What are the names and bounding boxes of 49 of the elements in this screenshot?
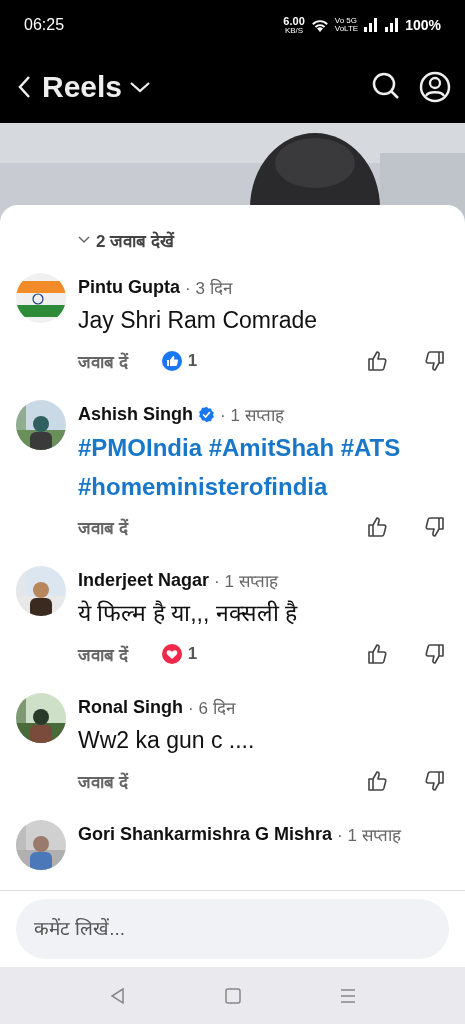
- reply-button[interactable]: जवाब दें: [78, 642, 128, 666]
- thumbs-down-icon[interactable]: [423, 643, 445, 665]
- signal-icon: [363, 18, 380, 32]
- reply-button[interactable]: जवाब दें: [78, 769, 128, 793]
- back-nav-icon[interactable]: [108, 986, 127, 1005]
- reaction-count: 1: [187, 351, 198, 371]
- comment-time: · 1 सप्ताह: [214, 570, 278, 592]
- network-label: VoLTE: [334, 25, 359, 33]
- thumbs-up-icon[interactable]: [367, 350, 389, 372]
- commenter-name[interactable]: Ashish Singh: [78, 403, 193, 425]
- thumbs-down-icon[interactable]: [423, 770, 445, 792]
- thumbs-up-icon[interactable]: [367, 770, 389, 792]
- commenter-name[interactable]: Gori Shankarmishra G Mishra: [78, 823, 333, 845]
- profile-icon[interactable]: [419, 70, 451, 103]
- battery-level: 100%: [405, 17, 441, 33]
- comment-time: · 1 सप्ताह: [337, 824, 401, 846]
- reply-button[interactable]: जवाब दें: [78, 515, 128, 539]
- chevron-down-icon: [78, 236, 90, 244]
- view-replies-label[interactable]: 2 जवाब देखें: [96, 228, 174, 252]
- thumbs-down-icon[interactable]: [423, 516, 445, 538]
- like-reaction-icon: [161, 351, 182, 371]
- commenter-name[interactable]: Pintu Gupta: [78, 276, 180, 298]
- home-nav-icon[interactable]: [223, 986, 242, 1005]
- search-icon[interactable]: [371, 70, 401, 101]
- speed-unit: KB/S: [284, 26, 304, 35]
- commenter-name[interactable]: Inderjeet Nagar: [78, 569, 210, 591]
- network-speed: 6.00: [283, 15, 305, 27]
- commenter-name[interactable]: Ronal Singh: [78, 696, 183, 718]
- wifi-icon: [309, 17, 330, 33]
- thumbs-down-icon[interactable]: [423, 350, 445, 372]
- comment-text: Jay Shri Ram Comrade: [78, 306, 319, 335]
- reaction-count: 1: [187, 644, 198, 664]
- comment-text: ये फिल्म है या,,, नक्सली है: [78, 599, 299, 628]
- signal-icon: [384, 18, 401, 32]
- hashtag-link[interactable]: #homeministerofindia: [78, 467, 449, 506]
- view-replies-link[interactable]: 2 जवाब देखें: [78, 225, 465, 255]
- comment-time: · 3 दिन: [185, 277, 232, 299]
- comment-input-field[interactable]: कमेंट लिखें...: [16, 899, 449, 959]
- hashtag-link[interactable]: #PMOIndia #AmitShah #ATS: [78, 428, 449, 467]
- comment-time: · 1 सप्ताह: [220, 404, 284, 426]
- comment-time: · 6 दिन: [188, 697, 235, 719]
- heart-reaction-icon: [161, 644, 182, 664]
- network-label: Vo 5G: [334, 17, 358, 25]
- clock: 06:25: [24, 16, 65, 34]
- page-title: Reels: [42, 69, 123, 104]
- thumbs-up-icon[interactable]: [367, 643, 389, 665]
- reply-button[interactable]: जवाब दें: [78, 349, 128, 373]
- thumbs-up-icon[interactable]: [367, 516, 389, 538]
- comment-text: Ww2 ka gun c ....: [78, 726, 256, 755]
